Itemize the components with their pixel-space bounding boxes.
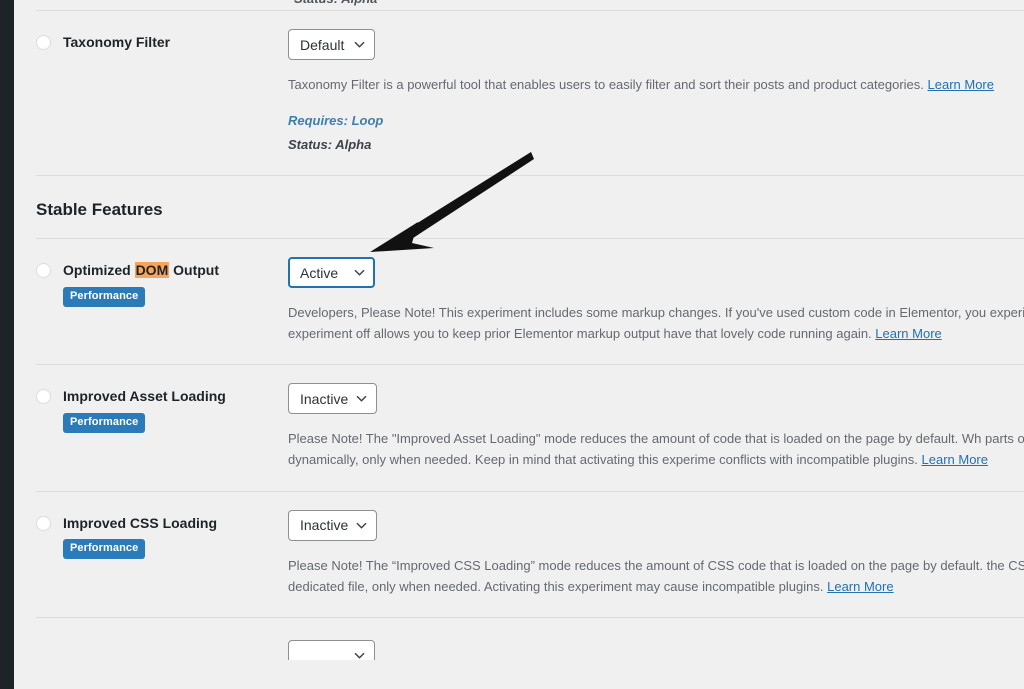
- learn-more-link[interactable]: Learn More: [922, 452, 988, 467]
- badge-performance: Performance: [63, 539, 146, 560]
- feature-row-improved-css-loading: Improved CSS Loading Performance Inactiv…: [36, 492, 1024, 617]
- title-part-after: Output: [169, 262, 219, 279]
- section-heading-stable-features: Stable Features: [36, 200, 163, 220]
- feature-label-cell: Taxonomy Filter: [36, 29, 288, 52]
- feature-control-cell: [288, 639, 1024, 660]
- chevron-down-icon: [354, 39, 365, 50]
- feature-row-partial-next: [36, 618, 1024, 660]
- experiments-settings-page: Status: Alpha Taxonomy Filter Default: [14, 0, 1024, 689]
- clipped-top-text: Status: Alpha: [36, 0, 1024, 10]
- select-value: Default: [300, 36, 345, 53]
- taxonomy-filter-select[interactable]: Default: [288, 29, 375, 60]
- feature-label-cell: Improved CSS Loading Performance: [36, 510, 288, 560]
- admin-sidebar-rail: [0, 0, 14, 689]
- chevron-down-icon: [356, 393, 367, 404]
- description-text: Please Note! The "Improved Asset Loading…: [288, 431, 1024, 468]
- feature-requires: Requires: Loop: [288, 113, 384, 129]
- feature-description: Taxonomy Filter is a powerful tool that …: [288, 74, 1024, 95]
- next-feature-select[interactable]: [288, 639, 375, 660]
- feature-title: Taxonomy Filter: [63, 34, 171, 50]
- improved-css-loading-select[interactable]: Inactive: [288, 509, 378, 541]
- feature-row-taxonomy-filter: Taxonomy Filter Default Taxonomy Filter …: [36, 11, 1024, 175]
- feature-row-optimized-dom-output: Optimized DOM Output Performance Active …: [36, 239, 1024, 364]
- status-indicator-icon[interactable]: [36, 263, 51, 279]
- select-value: Inactive: [300, 517, 349, 534]
- feature-title: Improved Asset Loading: [63, 388, 226, 405]
- chevron-down-icon: [356, 520, 367, 531]
- feature-row-improved-asset-loading: Improved Asset Loading Performance Inact…: [36, 365, 1024, 490]
- feature-control-cell: Active Developers, Please Note! This exp…: [288, 257, 1024, 344]
- description-text: Taxonomy Filter is a powerful tool that …: [288, 77, 924, 92]
- feature-title: Improved CSS Loading: [63, 514, 218, 531]
- learn-more-link[interactable]: Learn More: [875, 326, 941, 341]
- feature-label-cell: Optimized DOM Output Performance: [36, 257, 288, 308]
- feature-title: Optimized DOM Output: [63, 261, 219, 280]
- feature-control-cell: Inactive Please Note! The “Improved CSS …: [288, 509, 1024, 597]
- feature-control-cell: Default Taxonomy Filter is a powerful to…: [288, 29, 1024, 155]
- status-indicator-icon[interactable]: [36, 389, 51, 405]
- feature-label-cell: Improved Asset Loading Performance: [36, 383, 288, 434]
- badge-performance: Performance: [63, 287, 146, 308]
- optimized-dom-output-select[interactable]: Active: [288, 257, 375, 289]
- feature-description: Please Note! The “Improved CSS Loading” …: [288, 555, 1024, 597]
- chevron-down-icon: [354, 650, 365, 660]
- select-value: Active: [300, 264, 339, 281]
- chevron-down-icon: [354, 267, 365, 278]
- status-indicator-icon[interactable]: [36, 515, 51, 531]
- feature-description: Developers, Please Note! This experiment…: [288, 302, 1024, 344]
- badge-performance: Performance: [63, 413, 146, 434]
- learn-more-link[interactable]: Learn More: [827, 579, 893, 594]
- improved-asset-loading-select[interactable]: Inactive: [288, 383, 378, 415]
- feature-control-cell: Inactive Please Note! The "Improved Asse…: [288, 383, 1024, 470]
- title-highlight-dom: DOM: [134, 262, 170, 279]
- title-part-before: Optimized: [63, 262, 135, 279]
- status-indicator-icon[interactable]: [36, 35, 51, 50]
- feature-description: Please Note! The "Improved Asset Loading…: [288, 428, 1024, 470]
- select-value: Inactive: [300, 390, 349, 407]
- description-text: Please Note! The “Improved CSS Loading” …: [288, 557, 1024, 594]
- clipped-status-text: Status: Alpha: [294, 0, 377, 6]
- feature-status: Status: Alpha: [288, 137, 372, 153]
- learn-more-link[interactable]: Learn More: [928, 77, 994, 92]
